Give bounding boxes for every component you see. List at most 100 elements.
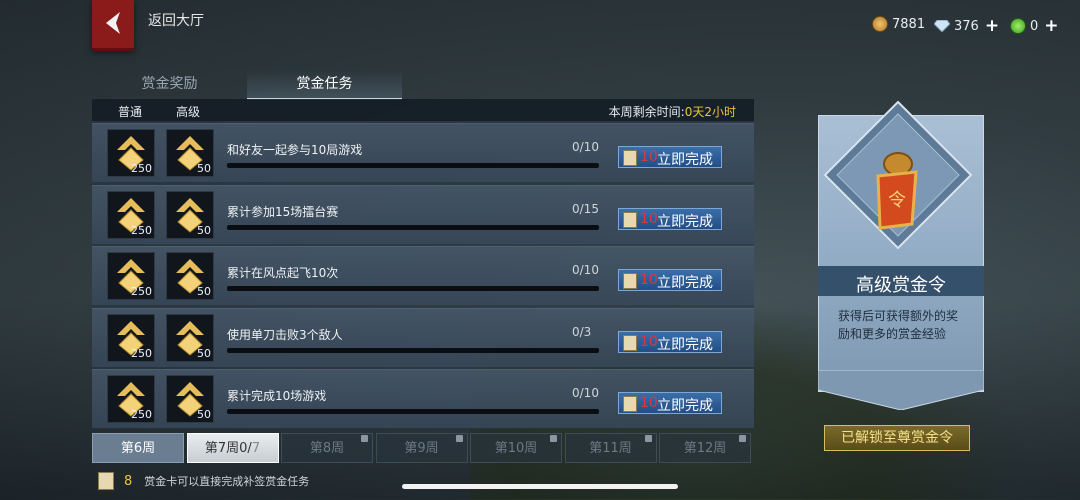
task-name: 和好友一起参与10局游戏	[227, 143, 363, 157]
normal-reward[interactable]: 250	[107, 313, 155, 362]
week-label: 第10周	[494, 441, 538, 456]
timer-label: 本周剩余时间:	[608, 105, 685, 119]
task-name: 累计在风点起飞10次	[227, 266, 339, 280]
coin-icon	[872, 16, 888, 32]
bounty-card-icon	[623, 150, 637, 166]
high-reward[interactable]: 50	[166, 129, 214, 177]
task-name: 累计参加15场擂台赛	[227, 204, 339, 219]
normal-reward[interactable]: 250	[107, 129, 155, 177]
task-table-header: 普通 高级 本周剩余时间:0天2小时	[92, 99, 754, 121]
task-progress-bar	[227, 286, 599, 291]
diamond-icon	[934, 20, 950, 32]
bounty-card-icon	[623, 334, 637, 351]
task-progress-bar	[227, 347, 599, 353]
complete-label: 立即完成	[657, 275, 713, 291]
instant-complete-button[interactable]: 10 立即完成	[618, 392, 722, 414]
bounty-card-icon	[98, 472, 114, 490]
week-tab[interactable]: 第10周	[470, 433, 562, 463]
week-sub: 7	[251, 441, 261, 456]
week-label: 第11周	[589, 441, 632, 456]
high-reward[interactable]: 50	[166, 313, 214, 362]
week-label: 第12周	[683, 441, 727, 456]
task-progress-bar	[227, 409, 599, 414]
normal-reward-amount: 250	[131, 346, 152, 360]
back-button[interactable]	[92, 0, 134, 51]
back-label[interactable]: 返回大厅	[148, 10, 204, 30]
complete-label: 立即完成	[657, 336, 713, 353]
week-tab[interactable]: 第7周0/7	[186, 433, 279, 463]
jade-value: 0	[1030, 18, 1039, 34]
week-tab[interactable]: 第6周	[92, 433, 184, 463]
add-diamond-button[interactable]: +	[985, 16, 999, 36]
normal-reward-amount: 250	[131, 408, 152, 421]
week-tab[interactable]: 第8周	[281, 433, 373, 463]
week-label: 第7周0/	[204, 441, 252, 456]
task-progress-bar	[227, 163, 599, 168]
week-tab[interactable]: 第9周	[375, 433, 468, 463]
complete-cost: 10	[640, 210, 658, 227]
high-reward[interactable]: 50	[166, 375, 214, 423]
complete-cost: 10	[640, 149, 658, 165]
week-label: 第9周	[404, 441, 439, 456]
high-reward[interactable]: 50	[166, 190, 214, 239]
task-row: 250 50 和好友一起参与10局游戏 0/10 10 立即完成	[92, 123, 754, 182]
header-normal: 普通	[118, 105, 143, 119]
bounty-token-icon: 令	[876, 152, 918, 230]
bounty-card-text: 赏金卡可以直接完成补签赏金任务	[144, 475, 310, 488]
tab-bounty-tasks[interactable]: 赏金任务	[247, 70, 402, 100]
week-tab[interactable]: 第11周	[564, 433, 657, 463]
high-reward-amount: 50	[197, 162, 211, 175]
instant-complete-button[interactable]: 10 立即完成	[618, 207, 722, 230]
coin-currency: 7881	[872, 16, 925, 32]
normal-reward-amount: 250	[131, 285, 152, 298]
task-row: 250 50 累计参加15场擂台赛 0/15 10 立即完成	[92, 184, 754, 244]
normal-reward[interactable]: 250	[107, 252, 155, 300]
lock-icon	[739, 435, 746, 442]
complete-label: 立即完成	[657, 213, 713, 230]
week-tab[interactable]: 第12周	[659, 433, 751, 463]
bounty-card-note: 8 赏金卡可以直接完成补签赏金任务	[98, 472, 309, 490]
complete-cost: 10	[640, 395, 658, 411]
premium-description: 获得后可获得额外的奖励和更多的赏金经验	[838, 309, 959, 341]
bounty-card-icon	[623, 396, 637, 412]
bounty-card-icon	[623, 273, 637, 289]
tab-bounty-rewards[interactable]: 赏金奖励	[92, 70, 247, 98]
instant-complete-button[interactable]: 10 立即完成	[618, 146, 722, 168]
task-name: 累计完成10场游戏	[227, 389, 327, 403]
instant-complete-button[interactable]: 10 立即完成	[618, 330, 722, 353]
lock-icon	[550, 435, 557, 442]
coin-value: 7881	[892, 16, 926, 32]
task-panel: 普通 高级 本周剩余时间:0天2小时 250 50 和好友一起参与10局游戏 0…	[92, 99, 754, 429]
task-row: 250 50 使用单刀击败3个敌人 0/3 10 立即完成	[92, 307, 754, 367]
task-name: 使用单刀击败3个敌人	[227, 327, 343, 342]
complete-label: 立即完成	[657, 152, 713, 168]
task-progress-text: 0/3	[572, 324, 592, 339]
normal-reward[interactable]: 250	[107, 190, 155, 239]
banner-tail	[818, 370, 984, 410]
complete-label: 立即完成	[657, 398, 713, 414]
add-jade-button[interactable]: +	[1044, 16, 1058, 36]
task-row: 250 50 累计在风点起飞10次 0/10 10 立即完成	[92, 246, 754, 305]
task-progress-bar	[227, 224, 599, 230]
task-progress-text: 0/10	[572, 140, 599, 154]
unlock-premium-button[interactable]: 已解锁至尊赏金令	[824, 425, 970, 451]
task-progress-text: 0/10	[572, 386, 599, 400]
week-label: 第6周	[120, 441, 156, 456]
high-reward[interactable]: 50	[166, 252, 214, 300]
high-reward-amount: 50	[197, 408, 211, 421]
complete-cost: 10	[640, 272, 658, 288]
high-reward-amount: 50	[197, 285, 211, 298]
normal-reward-amount: 250	[131, 162, 152, 175]
jade-currency: 0 +	[1010, 16, 1059, 36]
lock-icon	[644, 435, 652, 442]
normal-reward-amount: 250	[131, 223, 152, 237]
task-progress-text: 0/15	[572, 201, 599, 216]
premium-title: 高级赏金令	[856, 275, 946, 296]
high-reward-amount: 50	[197, 223, 211, 237]
normal-reward[interactable]: 250	[107, 375, 155, 423]
home-indicator[interactable]	[402, 484, 678, 489]
jade-icon	[1010, 18, 1026, 34]
diamond-value: 376	[954, 18, 979, 34]
instant-complete-button[interactable]: 10 立即完成	[618, 269, 722, 291]
tab-bar: 赏金奖励 赏金任务	[92, 70, 402, 100]
